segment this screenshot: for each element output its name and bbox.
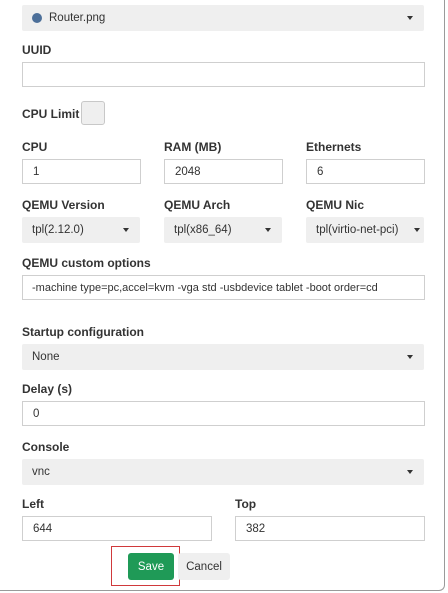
startup-config-value: None [32, 351, 60, 363]
ethernets-label: Ethernets [306, 140, 362, 154]
cpu-limit-checkbox[interactable] [81, 101, 105, 125]
cpu-limit-label: CPU Limit [22, 107, 80, 121]
qemu-version-value: tpl(2.12.0) [32, 224, 84, 236]
chevron-down-icon [123, 228, 129, 232]
left-input[interactable]: 644 [22, 516, 212, 541]
startup-config-select[interactable]: None [22, 344, 424, 370]
chevron-down-icon [414, 228, 420, 232]
qemu-version-select[interactable]: tpl(2.12.0) [22, 217, 140, 243]
qemu-arch-select[interactable]: tpl(x86_64) [164, 217, 282, 243]
console-label: Console [22, 440, 70, 454]
uuid-input[interactable] [22, 62, 425, 87]
qemu-options-label: QEMU custom options [22, 256, 151, 270]
chevron-down-icon [407, 16, 413, 20]
ram-input[interactable]: 2048 [164, 159, 283, 184]
delay-input[interactable]: 0 [22, 401, 425, 426]
left-label: Left [22, 497, 44, 511]
delay-label: Delay (s) [22, 382, 73, 396]
node-edit-form: Router.png UUID CPU Limit CPU 1 RAM (MB)… [0, 0, 445, 591]
cancel-button[interactable]: Cancel [178, 553, 230, 580]
image-select[interactable]: Router.png [22, 5, 424, 31]
qemu-arch-label: QEMU Arch [164, 198, 231, 212]
cpu-input[interactable]: 1 [22, 159, 141, 184]
qemu-nic-select[interactable]: tpl(virtio-net-pci) [306, 217, 424, 243]
chevron-down-icon [407, 355, 413, 359]
chevron-down-icon [407, 470, 413, 474]
top-input[interactable]: 382 [235, 516, 425, 541]
ethernets-input[interactable]: 6 [306, 159, 425, 184]
router-image-icon [32, 13, 42, 23]
qemu-nic-label: QEMU Nic [306, 198, 365, 212]
qemu-version-label: QEMU Version [22, 198, 105, 212]
cpu-label: CPU [22, 140, 48, 154]
save-button[interactable]: Save [128, 553, 174, 580]
console-value: vnc [32, 466, 50, 478]
startup-config-label: Startup configuration [22, 325, 144, 339]
image-select-value: Router.png [49, 12, 106, 24]
ram-label: RAM (MB) [164, 140, 222, 154]
top-label: Top [235, 497, 257, 511]
qemu-options-input[interactable]: -machine type=pc,accel=kvm -vga std -usb… [22, 275, 425, 300]
uuid-label: UUID [22, 43, 52, 57]
qemu-nic-value: tpl(virtio-net-pci) [316, 224, 399, 236]
qemu-arch-value: tpl(x86_64) [174, 224, 232, 236]
chevron-down-icon [265, 228, 271, 232]
console-select[interactable]: vnc [22, 459, 424, 485]
